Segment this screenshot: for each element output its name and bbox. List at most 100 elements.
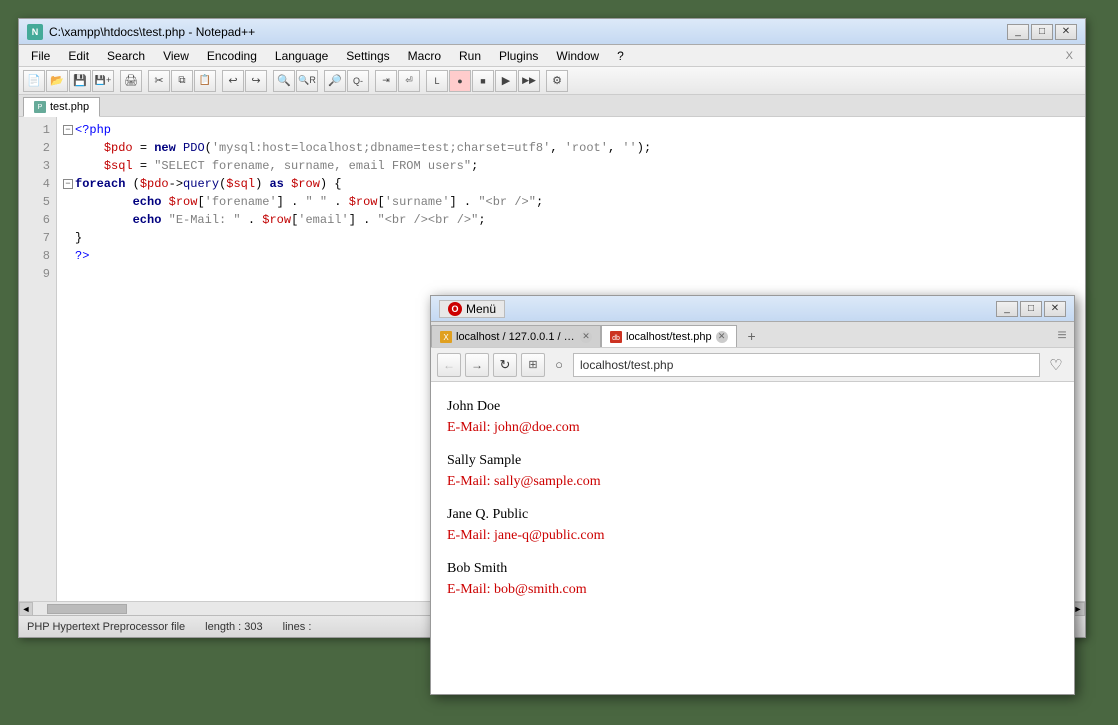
tb-word-wrap[interactable]: ⏎ [398, 70, 420, 92]
person-block-1: John Doe E-Mail: john@doe.com [447, 396, 1058, 438]
line-num-3: 3 [19, 157, 56, 175]
browser-extension-btn[interactable]: ≡ [1050, 325, 1074, 347]
tab-close-1[interactable]: ✕ [580, 331, 592, 343]
menu-help[interactable]: ? [609, 47, 632, 65]
person-block-4: Bob Smith E-Mail: bob@smith.com [447, 558, 1058, 600]
npp-maximize-button[interactable]: □ [1031, 24, 1053, 40]
line-num-4: 4 [19, 175, 56, 193]
scroll-thumb-h[interactable] [47, 604, 127, 614]
tb-open[interactable]: 📂 [46, 70, 68, 92]
tb-save[interactable]: 💾 [69, 70, 91, 92]
npp-close-button[interactable]: ✕ [1055, 24, 1077, 40]
scroll-left-btn[interactable]: ◄ [19, 602, 33, 616]
npp-tabbar: P test.php [19, 95, 1085, 117]
code-line-7: } [63, 229, 1079, 247]
status-filetype: PHP Hypertext Preprocessor file [27, 621, 185, 633]
line-num-8: 8 [19, 247, 56, 265]
browser-titlebar-controls: _ □ ✕ [996, 301, 1066, 317]
menu-search[interactable]: Search [99, 47, 153, 65]
tb-copy[interactable]: ⧉ [171, 70, 193, 92]
tb-macro-play[interactable]: ▶ [495, 70, 517, 92]
line-num-6: 6 [19, 211, 56, 229]
browser-menu-button[interactable]: O Menü [439, 300, 505, 318]
tab-test-php[interactable]: P test.php [23, 97, 100, 117]
menu-macro[interactable]: Macro [400, 47, 449, 65]
browser-maximize-button[interactable]: □ [1020, 301, 1042, 317]
tb-run[interactable]: ▶▶ [518, 70, 540, 92]
line-num-2: 2 [19, 139, 56, 157]
tb-zoom-in[interactable]: 🔎 [324, 70, 346, 92]
tb-indent[interactable]: ⇥ [375, 70, 397, 92]
nav-grid-button[interactable]: ⊞ [521, 353, 545, 377]
browser-close-button[interactable]: ✕ [1044, 301, 1066, 317]
line-num-9: 9 [19, 265, 56, 283]
tb-macro-stop[interactable]: ■ [472, 70, 494, 92]
nav-refresh-button[interactable]: ↻ [493, 353, 517, 377]
browser-tab-icon-2: db [610, 331, 622, 343]
person-email-1: E-Mail: john@doe.com [447, 417, 1058, 438]
tab-label: test.php [50, 101, 89, 113]
menu-edit[interactable]: Edit [60, 47, 97, 65]
code-line-6: echo "E-Mail: " . $row['email'] . "<br /… [63, 211, 1079, 229]
person-email-3: E-Mail: jane-q@public.com [447, 525, 1058, 546]
menu-encoding[interactable]: Encoding [199, 47, 265, 65]
browser-tab-testphp[interactable]: db localhost/test.php ✕ [601, 325, 737, 347]
svg-text:db: db [612, 335, 620, 342]
npp-minimize-button[interactable]: _ [1007, 24, 1029, 40]
browser-tabbar: X localhost / 127.0.0.1 / test ✕ db loca… [431, 322, 1074, 348]
fold-icon-4[interactable]: − [63, 179, 73, 189]
tb-find[interactable]: 🔍 [273, 70, 295, 92]
menu-file[interactable]: File [23, 47, 58, 65]
tab-icon: P [34, 101, 46, 113]
url-text: localhost/test.php [580, 358, 673, 372]
person-name-1: John Doe [447, 396, 1058, 417]
tb-lang[interactable]: L [426, 70, 448, 92]
tb-settings[interactable]: ⚙ [546, 70, 568, 92]
tab-close-2[interactable]: ✕ [716, 331, 728, 343]
person-block-2: Sally Sample E-Mail: sally@sample.com [447, 450, 1058, 492]
nav-back-button[interactable]: ← [437, 353, 461, 377]
tb-find-replace[interactable]: 🔍R [296, 70, 318, 92]
nav-url-bar[interactable]: localhost/test.php [573, 353, 1040, 377]
menu-window[interactable]: Window [548, 47, 607, 65]
person-name-2: Sally Sample [447, 450, 1058, 471]
browser-tab-icon-1: X [440, 331, 452, 343]
npp-toolbar: 📄 📂 💾 💾+ 🖨 ✂ ⧉ 📋 ↩ ↪ 🔍 🔍R 🔎 Q- ⇥ ⏎ L ● ■… [19, 67, 1085, 95]
code-line-4: − foreach ($pdo->query($sql) as $row) { [63, 175, 1079, 193]
line-numbers: 1 2 3 4 5 6 7 8 9 [19, 117, 57, 605]
status-lines: lines : [283, 621, 312, 633]
browser-minimize-button[interactable]: _ [996, 301, 1018, 317]
fold-icon-1[interactable]: − [63, 125, 73, 135]
code-line-5: echo $row['forename'] . " " . $row['surn… [63, 193, 1079, 211]
nav-heart-button[interactable]: ♡ [1044, 353, 1068, 377]
code-line-1: − <?php [63, 121, 1079, 139]
person-email-2: E-Mail: sally@sample.com [447, 471, 1058, 492]
tb-cut[interactable]: ✂ [148, 70, 170, 92]
code-line-8: ?> [63, 247, 1079, 265]
nav-forward-button[interactable]: → [465, 353, 489, 377]
tb-print[interactable]: 🖨 [120, 70, 142, 92]
tb-macro-record[interactable]: ● [449, 70, 471, 92]
tb-paste[interactable]: 📋 [194, 70, 216, 92]
new-tab-button[interactable]: + [741, 325, 763, 347]
line-num-1: 1 [19, 121, 56, 139]
tb-zoom-out[interactable]: Q- [347, 70, 369, 92]
menu-view[interactable]: View [155, 47, 197, 65]
browser-window: O Menü _ □ ✕ X localhost / 127.0.0.1 / t… [430, 295, 1075, 695]
browser-menu-label: Menü [466, 302, 496, 316]
npp-icon: N [27, 24, 43, 40]
code-line-2: $pdo = new PDO('mysql:host=localhost;dbn… [63, 139, 1079, 157]
tb-new[interactable]: 📄 [23, 70, 45, 92]
menu-plugins[interactable]: Plugins [491, 47, 546, 65]
menu-run[interactable]: Run [451, 47, 489, 65]
svg-text:X: X [443, 333, 449, 342]
tb-save-all[interactable]: 💾+ [92, 70, 114, 92]
tb-undo[interactable]: ↩ [222, 70, 244, 92]
menu-close-x[interactable]: X [1058, 48, 1081, 64]
tab-label-2: localhost/test.php [626, 331, 712, 343]
tb-redo[interactable]: ↪ [245, 70, 267, 92]
nav-secure-icon: ○ [549, 353, 569, 377]
browser-tab-localhost[interactable]: X localhost / 127.0.0.1 / test ✕ [431, 325, 601, 347]
menu-language[interactable]: Language [267, 47, 336, 65]
menu-settings[interactable]: Settings [338, 47, 397, 65]
